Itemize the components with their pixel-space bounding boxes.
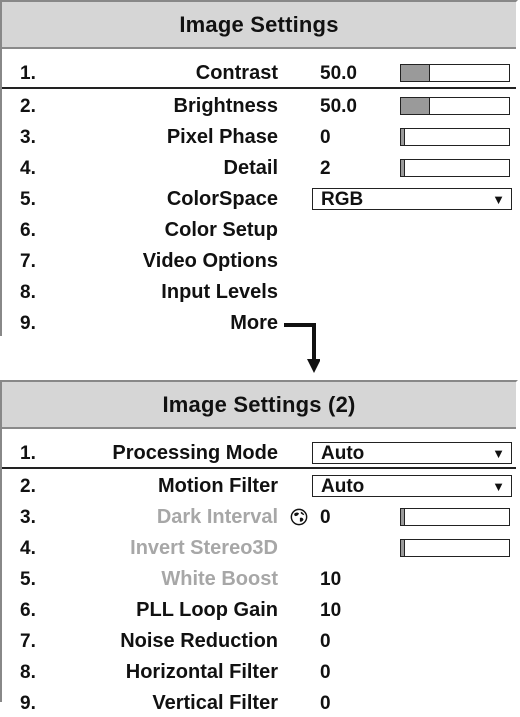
- value-slider[interactable]: [400, 97, 510, 115]
- row-value: 0: [320, 631, 331, 652]
- triangle-down-icon: ▼: [492, 479, 505, 494]
- menu-row[interactable]: 9. More: [2, 306, 516, 337]
- row-label: More: [230, 312, 278, 334]
- row-number: 9.: [20, 313, 36, 334]
- menu-row[interactable]: 2. Motion Filter Auto ▼: [2, 469, 516, 500]
- value-slider[interactable]: [400, 508, 510, 526]
- menu-row[interactable]: 3. Pixel Phase 0: [2, 120, 516, 151]
- menu-row[interactable]: 7. Noise Reduction 0: [2, 624, 516, 655]
- row-label: Invert Stereo3D: [130, 537, 278, 559]
- slider-fill: [401, 98, 430, 114]
- row-number: 8.: [20, 662, 36, 683]
- image-settings-2-menu: Image Settings (2) 1. Processing Mode Auto…: [0, 380, 518, 714]
- menu-row[interactable]: 3. Dark Interval 0: [2, 500, 516, 531]
- image-settings-menu: Image Settings 1. Contrast 50.0 2. Brightnes…: [0, 0, 518, 336]
- value-slider[interactable]: [400, 64, 510, 82]
- menu-row[interactable]: 2. Brightness 50.0: [2, 89, 516, 120]
- row-value: 0: [320, 127, 331, 148]
- menu-row[interactable]: 5. ColorSpace RGB ▼: [2, 182, 516, 213]
- row-number: 7.: [20, 251, 36, 272]
- row-value: 0: [320, 662, 331, 683]
- row-label: Contrast: [195, 62, 278, 84]
- value-slider[interactable]: [400, 128, 510, 146]
- dropdown-value: RGB: [321, 189, 364, 210]
- slider-fill: [401, 65, 430, 81]
- value-slider[interactable]: [400, 159, 510, 177]
- triangle-down-icon: ▼: [492, 192, 505, 207]
- row-label: PLL Loop Gain: [136, 599, 278, 621]
- row-label: ColorSpace: [166, 188, 278, 210]
- row-value: 50.0: [320, 63, 357, 84]
- row-number: 4.: [20, 158, 36, 179]
- dropdown-select[interactable]: RGB ▼: [312, 188, 512, 210]
- row-value: 10: [320, 600, 342, 621]
- row-label: Brightness: [173, 95, 278, 117]
- row-number: 6.: [20, 600, 36, 621]
- slider-fill: [401, 540, 405, 556]
- slider-fill: [401, 129, 405, 145]
- row-number: 5.: [20, 189, 36, 210]
- row-label: Color Setup: [164, 219, 278, 241]
- menu-row[interactable]: 8. Input Levels: [2, 275, 516, 306]
- menu-row[interactable]: 4. Detail 2: [2, 151, 516, 182]
- row-value: 2: [320, 158, 331, 179]
- row-number: 9.: [20, 693, 36, 714]
- menu-row[interactable]: 4. Invert Stereo3D: [2, 531, 516, 562]
- row-value: 0: [320, 693, 331, 714]
- row-label: Noise Reduction: [120, 630, 278, 652]
- menu-title: Image Settings: [2, 2, 516, 49]
- row-number: 1.: [20, 443, 36, 464]
- row-label: Video Options: [142, 250, 278, 272]
- row-number: 1.: [20, 63, 36, 84]
- value-slider[interactable]: [400, 539, 510, 557]
- row-number: 2.: [20, 96, 36, 117]
- row-label: Input Levels: [161, 281, 278, 303]
- row-value: 50.0: [320, 96, 357, 117]
- menu-row[interactable]: 1. Contrast 50.0: [2, 56, 516, 89]
- menu-row[interactable]: 6. Color Setup: [2, 213, 516, 244]
- row-label: Dark Interval: [156, 506, 278, 528]
- row-value: 10: [320, 569, 342, 590]
- row-label: Vertical Filter: [152, 692, 278, 714]
- globe-icon: [290, 508, 308, 526]
- more-connector-arrow-icon: [284, 323, 320, 373]
- row-label: Motion Filter: [158, 475, 278, 497]
- menu-row[interactable]: 8. Horizontal Filter 0: [2, 655, 516, 686]
- row-label: Processing Mode: [112, 442, 278, 464]
- dropdown-value: Auto: [321, 443, 365, 464]
- dropdown-value: Auto: [321, 476, 365, 497]
- row-number: 4.: [20, 538, 36, 559]
- row-number: 3.: [20, 127, 36, 148]
- slider-fill: [401, 160, 405, 176]
- row-label: White Boost: [161, 568, 278, 590]
- row-number: 3.: [20, 507, 36, 528]
- menu-row[interactable]: 1. Processing Mode Auto ▼: [2, 436, 516, 469]
- row-number: 6.: [20, 220, 36, 241]
- row-label: Horizontal Filter: [125, 661, 278, 683]
- dropdown-select[interactable]: Auto ▼: [312, 442, 512, 464]
- row-label: Detail: [223, 157, 278, 179]
- slider-fill: [401, 509, 405, 525]
- menu-row[interactable]: 7. Video Options: [2, 244, 516, 275]
- row-label: Pixel Phase: [166, 126, 278, 148]
- row-number: 8.: [20, 282, 36, 303]
- menu-row[interactable]: 6. PLL Loop Gain 10: [2, 593, 516, 624]
- menu-title: Image Settings (2): [2, 382, 516, 429]
- menu-row[interactable]: 5. White Boost 10: [2, 562, 516, 593]
- triangle-down-icon: ▼: [492, 446, 505, 461]
- dropdown-select[interactable]: Auto ▼: [312, 475, 512, 497]
- row-value: 0: [320, 507, 331, 528]
- row-number: 5.: [20, 569, 36, 590]
- row-number: 7.: [20, 631, 36, 652]
- row-number: 2.: [20, 476, 36, 497]
